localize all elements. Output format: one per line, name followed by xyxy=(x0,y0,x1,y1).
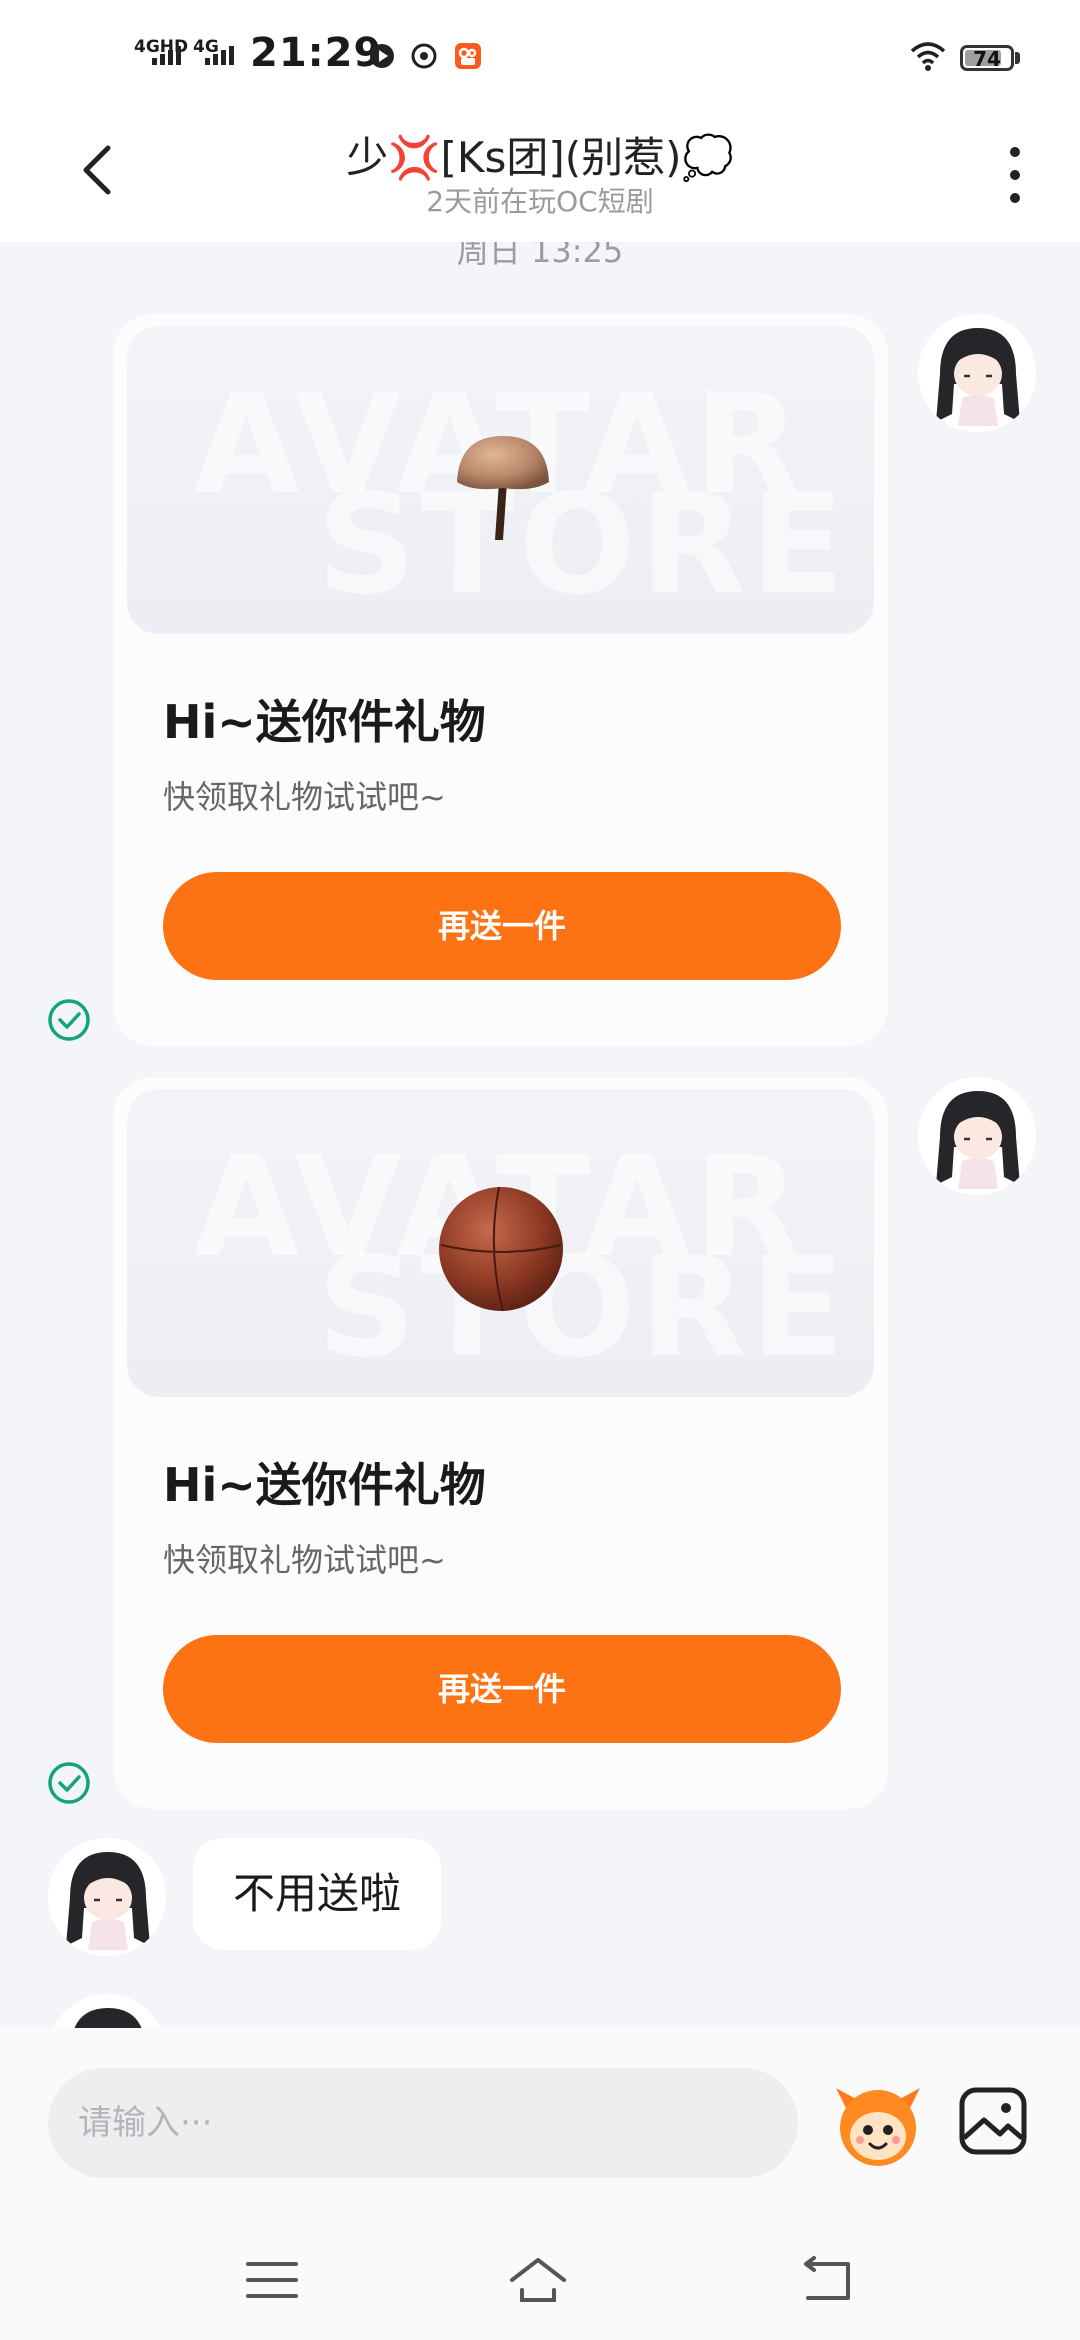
kuaishou-notification-icon xyxy=(455,43,481,69)
read-check-icon xyxy=(48,999,90,1041)
contact-avatar[interactable] xyxy=(48,1994,166,2028)
chat-header: 少💢[Ks团](别惹)💭 2天前在玩OC短剧 xyxy=(0,110,1080,242)
battery-icon: 74 xyxy=(960,45,1014,71)
resend-gift-button[interactable]: 再送一件 xyxy=(163,1635,841,1743)
status-bar: 4GHD 4G 21:29 74 xyxy=(0,0,1080,110)
mushroom-icon xyxy=(457,436,549,540)
home-icon[interactable] xyxy=(508,2254,568,2306)
anime-girl-avatar-icon xyxy=(918,314,1036,432)
gift-preview-image[interactable]: AVATAR STORE xyxy=(127,326,874,634)
my-avatar[interactable] xyxy=(918,314,1036,432)
contact-name[interactable]: 少💢[Ks团](别惹)💭 xyxy=(0,124,1080,185)
anime-girl-avatar-icon xyxy=(918,1077,1036,1195)
back-nav-icon[interactable] xyxy=(794,2254,854,2306)
mascot-sticker-icon[interactable] xyxy=(832,2078,924,2170)
gift-subtitle: 快领取礼物试试吧~ xyxy=(163,1541,446,1579)
image-picker-icon[interactable] xyxy=(958,2086,1028,2156)
gift-preview-image[interactable]: AVATAR STORE xyxy=(127,1089,874,1397)
my-avatar[interactable] xyxy=(918,1077,1036,1195)
message-timestamp: 周日 13:25 xyxy=(456,242,624,270)
chat-message-list[interactable]: 周日 13:25 AVATAR STORE Hi~送你件礼物 快领取礼物试试吧~… xyxy=(0,242,1080,2028)
gift-card[interactable]: AVATAR STORE Hi~送你件礼物 快领取礼物试试吧~ 再送一件 xyxy=(113,1077,888,1809)
resend-gift-button[interactable]: 再送一件 xyxy=(163,872,841,980)
watermark-store: STORE xyxy=(317,1227,849,1388)
play-notification-icon xyxy=(370,44,394,68)
menu-icon[interactable] xyxy=(242,2254,302,2306)
status-time: 21:29 xyxy=(250,30,383,76)
contact-status: 2天前在玩OC短剧 xyxy=(426,185,654,218)
signal-icon-1 xyxy=(152,46,181,65)
contact-avatar[interactable] xyxy=(48,1838,166,1956)
app-notification-icon xyxy=(411,43,437,69)
gift-subtitle: 快领取礼物试试吧~ xyxy=(163,778,446,816)
wifi-icon xyxy=(910,42,946,71)
battery-level: 74 xyxy=(973,47,1001,71)
read-check-icon xyxy=(48,1762,90,1804)
gift-title: Hi~送你件礼物 xyxy=(163,695,486,749)
watermark-store: STORE xyxy=(317,464,849,625)
anime-girl-avatar-icon xyxy=(48,1994,166,2028)
signal-icon-2 xyxy=(205,46,234,65)
gift-title: Hi~送你件礼物 xyxy=(163,1458,486,1512)
input-bar xyxy=(0,2028,1080,2220)
received-message-bubble[interactable]: 不用送啦 xyxy=(193,1838,442,1950)
more-options-icon[interactable] xyxy=(1000,140,1030,210)
gift-card[interactable]: AVATAR STORE Hi~送你件礼物 快领取礼物试试吧~ 再送一件 xyxy=(113,314,888,1046)
system-navigation-bar xyxy=(0,2220,1080,2340)
message-input[interactable] xyxy=(48,2068,798,2178)
anime-girl-avatar-icon xyxy=(48,1838,166,1956)
basketball-icon xyxy=(439,1186,563,1312)
